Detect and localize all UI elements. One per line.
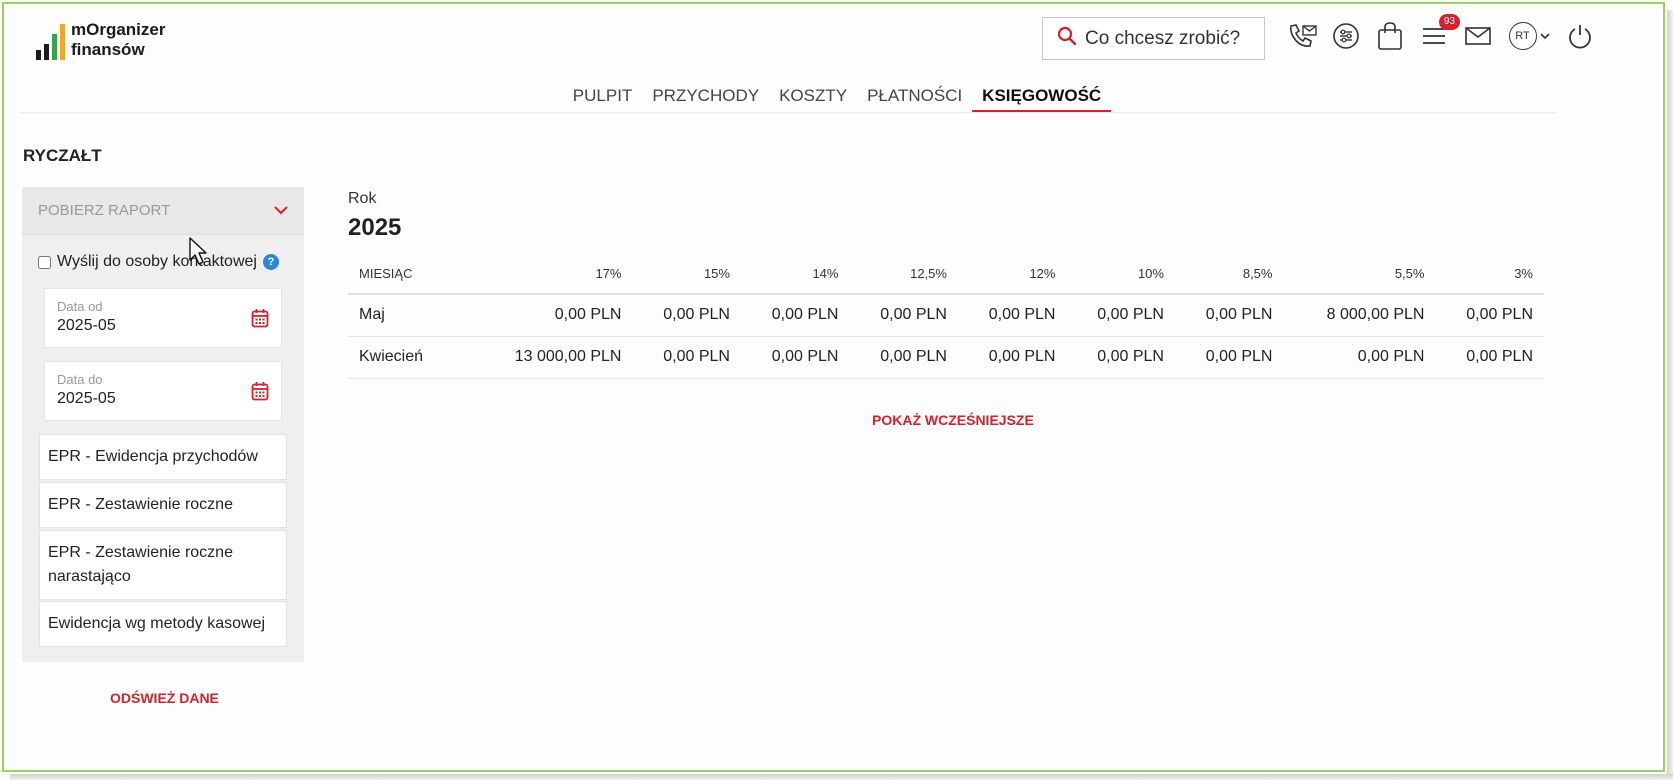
avatar: RT (1508, 22, 1537, 50)
page-title: RYCZAŁT (23, 146, 102, 165)
settings-icon[interactable] (1330, 20, 1362, 52)
amount-cell: 0,00 PLN (1435, 294, 1544, 337)
task-list-icon[interactable]: 93 (1418, 14, 1460, 52)
search-box[interactable] (1042, 17, 1265, 60)
nav-divider (20, 112, 1556, 113)
nav-ksiegowosc[interactable]: KSIĘGOWOŚĆ (972, 86, 1112, 113)
download-report-label: POBIERZ RAPORT (38, 202, 171, 219)
col-header-rate: 17% (468, 254, 633, 295)
nav-przychody[interactable]: PRZYCHODY (642, 86, 769, 113)
lump-sum-rates-table: MIESIĄC 17% 15% 14% 12,5% 12% 10% 8,5% 5… (348, 254, 1544, 379)
amount-cell: 0,00 PLN (740, 336, 850, 379)
report-epr-annual[interactable]: EPR - Zestawienie roczne (39, 482, 287, 528)
mouse-cursor-icon (188, 236, 210, 271)
nav-koszty[interactable]: KOSZTY (769, 86, 857, 113)
power-icon[interactable] (1564, 20, 1596, 52)
user-menu[interactable]: RT (1506, 20, 1552, 52)
date-to-field[interactable]: Data do 2025-05 (44, 361, 282, 421)
date-from-label: Data od (57, 299, 103, 314)
search-input[interactable] (1085, 27, 1255, 50)
refresh-data-link[interactable]: ODŚWIEŻ DANE (110, 690, 219, 706)
col-header-rate: 3% (1435, 254, 1544, 295)
report-cash-method[interactable]: Ewidencja wg metody kasowej (39, 601, 287, 647)
amount-cell: 0,00 PLN (1174, 294, 1284, 337)
col-header-rate: 10% (1066, 254, 1175, 295)
report-epr-income[interactable]: EPR - Ewidencja przychodów (39, 434, 287, 480)
logo-line-1: mOrganizer (71, 20, 166, 39)
amount-cell: 0,00 PLN (468, 294, 633, 337)
chevron-down-icon (274, 202, 288, 219)
year-label: Rok (348, 190, 377, 207)
col-header-rate: 12% (957, 254, 1067, 295)
mail-icon[interactable] (1462, 20, 1494, 52)
send-to-contact-label[interactable]: Wyślij do osoby kontaktowej (57, 253, 257, 271)
amount-cell: 0,00 PLN (1066, 294, 1175, 337)
col-header-rate: 15% (632, 254, 741, 295)
date-from-value[interactable]: 2025-05 (57, 317, 269, 335)
col-header-rate: 12,5% (849, 254, 958, 295)
window-shadow (1667, 10, 1673, 778)
amount-cell: 0,00 PLN (632, 294, 741, 337)
date-to-label: Data do (57, 372, 103, 387)
amount-cell: 13 000,00 PLN (468, 336, 633, 379)
nav-platnosci[interactable]: PŁATNOŚCI (857, 86, 972, 113)
amount-cell: 0,00 PLN (849, 294, 958, 337)
amount-cell: 0,00 PLN (740, 294, 850, 337)
col-header-rate: 5,5% (1283, 254, 1436, 295)
logo-line-2: finansów (71, 40, 145, 59)
amount-cell: 8 000,00 PLN (1283, 294, 1436, 337)
amount-cell: 0,00 PLN (1435, 336, 1544, 379)
send-to-contact-checkbox[interactable] (38, 255, 51, 269)
download-report-dropdown[interactable]: POBIERZ RAPORT (22, 187, 304, 235)
show-earlier-link[interactable]: POKAŻ WCZEŚNIEJSZE (872, 412, 1034, 428)
month-cell: Maj (348, 294, 469, 337)
search-icon (1057, 26, 1077, 51)
logo-text: mOrganizer finansów (71, 20, 165, 60)
window-shadow (10, 774, 1673, 780)
shopping-bag-icon[interactable] (1374, 20, 1406, 52)
calendar-icon[interactable] (251, 308, 269, 333)
date-from-field[interactable]: Data od 2025-05 (44, 288, 282, 348)
date-to-value[interactable]: 2025-05 (57, 390, 269, 408)
amount-cell: 0,00 PLN (632, 336, 741, 379)
report-sidebar: POBIERZ RAPORT Wyślij do osoby kontaktow… (22, 187, 304, 662)
amount-cell: 0,00 PLN (1174, 336, 1284, 379)
header-icons: 93 RT (1286, 14, 1596, 52)
amount-cell: 0,00 PLN (957, 294, 1067, 337)
amount-cell: 0,00 PLN (1283, 336, 1436, 379)
amount-cell: 0,00 PLN (849, 336, 958, 379)
send-to-contact-row: Wyślij do osoby kontaktowej ? (38, 253, 279, 271)
calendar-icon[interactable] (251, 381, 269, 406)
col-header-month: MIESIĄC (348, 254, 469, 295)
table-row: Kwiecień 13 000,00 PLN 0,00 PLN 0,00 PLN… (348, 336, 1544, 379)
app-logo[interactable]: mOrganizer finansów (36, 20, 165, 60)
col-header-rate: 8,5% (1174, 254, 1284, 295)
chevron-down-icon (1539, 27, 1550, 45)
year-value: 2025 (348, 214, 402, 241)
report-epr-annual-cumulative[interactable]: EPR - Zestawienie roczne narastająco (39, 530, 287, 600)
month-cell: Kwiecień (348, 336, 469, 379)
main-nav: PULPIT PRZYCHODY KOSZTY PŁATNOŚCI KSIĘGO… (0, 86, 1674, 113)
table-row: Maj 0,00 PLN 0,00 PLN 0,00 PLN 0,00 PLN … (348, 294, 1544, 337)
table-header-row: MIESIĄC 17% 15% 14% 12,5% 12% 10% 8,5% 5… (348, 254, 1544, 295)
phone-icon[interactable] (1286, 20, 1318, 52)
amount-cell: 0,00 PLN (1066, 336, 1175, 379)
amount-cell: 0,00 PLN (957, 336, 1067, 379)
notifications-badge: 93 (1438, 14, 1460, 30)
col-header-rate: 14% (740, 254, 850, 295)
nav-pulpit[interactable]: PULPIT (563, 86, 643, 113)
help-icon[interactable]: ? (262, 254, 279, 270)
logo-bars-icon (36, 22, 65, 60)
